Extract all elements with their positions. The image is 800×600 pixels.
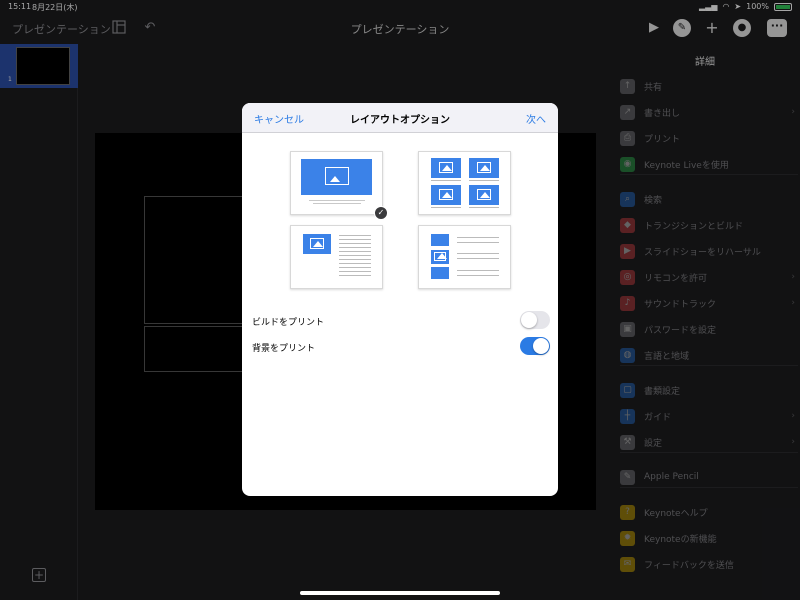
next-button[interactable]: 次へ [526, 111, 546, 126]
print-builds-label: ビルドをプリント [252, 318, 325, 328]
dialog-header: キャンセル レイアウトオプション 次へ [242, 103, 558, 133]
print-builds-toggle[interactable] [520, 311, 550, 329]
layout-option-single-slide[interactable]: ✓ [290, 151, 388, 220]
print-background-toggle[interactable] [520, 337, 550, 355]
layout-option-with-notes[interactable] [290, 225, 383, 289]
print-background-label: 背景をプリント [252, 344, 316, 354]
checkmark-icon: ✓ [374, 206, 388, 220]
layout-options-dialog: キャンセル レイアウトオプション 次へ ✓ ビルドをプリント 背景をプリント [242, 103, 558, 496]
layout-option-grid[interactable] [418, 151, 511, 215]
layout-option-outline[interactable] [418, 225, 511, 289]
print-background-option: 背景をプリント [252, 337, 550, 357]
slide-preview-icon [301, 159, 372, 195]
dialog-title: レイアウトオプション [350, 115, 450, 126]
print-builds-option: ビルドをプリント [252, 311, 550, 331]
home-indicator[interactable] [300, 591, 500, 595]
